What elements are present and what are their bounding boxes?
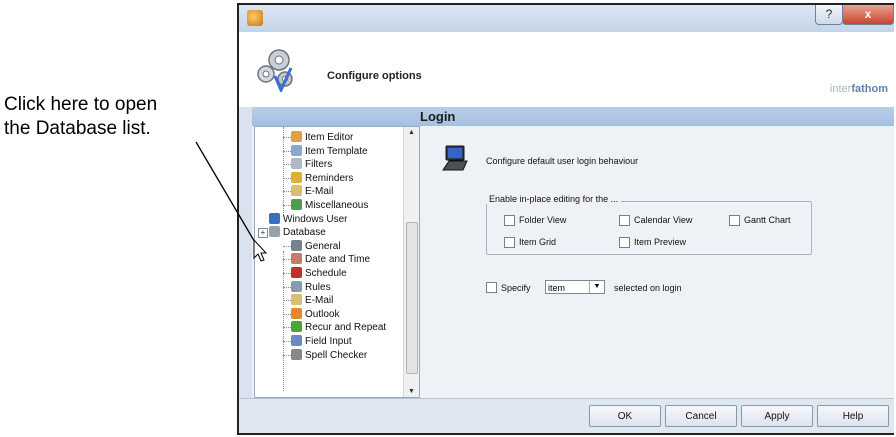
mouse-cursor-icon xyxy=(253,238,268,262)
callout-line xyxy=(195,141,257,245)
callout-pointer xyxy=(195,141,268,262)
